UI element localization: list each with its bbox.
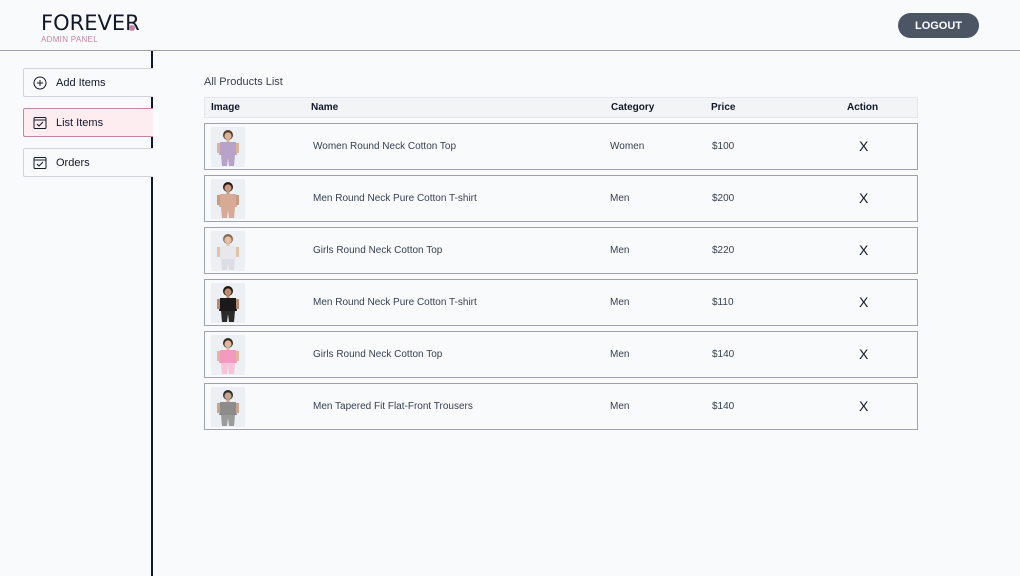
delete-icon[interactable]: X	[859, 294, 868, 310]
product-price: $100	[712, 141, 735, 152]
logo-subtitle: ADMIN PANEL	[41, 35, 98, 44]
delete-icon[interactable]: X	[859, 138, 868, 154]
table-row: Girls Round Neck Cotton Top Men $140 X	[204, 331, 918, 378]
product-image	[211, 179, 245, 219]
plus-circle-icon	[33, 76, 47, 90]
checklist-icon	[33, 156, 47, 170]
product-image	[211, 231, 245, 271]
table-row: Men Tapered Fit Flat-Front Trousers Men $1…	[204, 383, 918, 430]
delete-icon[interactable]: X	[859, 398, 868, 414]
column-header-action: Action	[847, 102, 879, 113]
table-row: Girls Round Neck Cotton Top Men $220 X	[204, 227, 918, 274]
column-header-image: Image	[211, 102, 240, 113]
delete-icon[interactable]: X	[859, 242, 868, 258]
table-row: Women Round Neck Cotton Top Women $100 X	[204, 123, 918, 170]
product-price: $220	[712, 245, 735, 256]
product-category: Women	[610, 141, 645, 152]
product-price: $200	[712, 193, 735, 204]
product-name: Men Round Neck Pure Cotton T-shirt	[313, 193, 477, 204]
sidebar-item-label: List Items	[56, 116, 104, 129]
product-price: $140	[712, 349, 735, 360]
delete-icon[interactable]: X	[859, 346, 868, 362]
product-price: $110	[712, 297, 734, 308]
logout-button[interactable]: LOGOUT	[898, 13, 979, 38]
product-name: Women Round Neck Cotton Top	[313, 141, 457, 152]
sidebar-item-label: Add Items	[56, 76, 106, 89]
product-image	[211, 283, 245, 323]
table-row: Men Round Neck Pure Cotton T-shirt Men $11…	[204, 279, 918, 326]
sidebar-item-orders[interactable]: Orders	[23, 148, 153, 177]
product-name: Girls Round Neck Cotton Top	[313, 349, 443, 360]
product-category: Men	[610, 245, 630, 256]
logo[interactable]: FOREVER ADMIN PANEL	[41, 11, 140, 44]
product-name: Men Tapered Fit Flat-Front Trousers	[313, 401, 473, 412]
page-title: All Products List	[204, 76, 283, 88]
table-header: Image Name Category Price Action	[204, 97, 918, 118]
checklist-icon	[33, 116, 47, 130]
column-header-category: Category	[611, 102, 655, 113]
delete-icon[interactable]: X	[859, 190, 868, 206]
logo-text: FOREVER	[41, 11, 140, 35]
logo-dot-icon	[129, 25, 135, 31]
product-category: Men	[610, 193, 630, 204]
product-price: $140	[712, 401, 735, 412]
product-category: Men	[610, 349, 630, 360]
top-bar: FOREVER ADMIN PANEL LOGOUT	[0, 0, 1020, 51]
product-image	[211, 387, 245, 427]
sidebar-item-add-items[interactable]: Add Items	[23, 68, 153, 97]
sidebar-item-label: Orders	[56, 156, 90, 169]
product-category: Men	[610, 401, 630, 412]
table-row: Men Round Neck Pure Cotton T-shirt Men $20…	[204, 175, 918, 222]
sidebar-item-list-items[interactable]: List Items	[23, 108, 153, 137]
product-image	[211, 335, 245, 375]
column-header-price: Price	[711, 102, 736, 113]
column-header-name: Name	[311, 102, 339, 113]
product-name: Men Round Neck Pure Cotton T-shirt	[313, 297, 477, 308]
product-image	[211, 127, 245, 167]
sidebar: Add Items List Items Orders	[0, 51, 153, 576]
product-name: Girls Round Neck Cotton Top	[313, 245, 443, 256]
product-category: Men	[610, 297, 630, 308]
